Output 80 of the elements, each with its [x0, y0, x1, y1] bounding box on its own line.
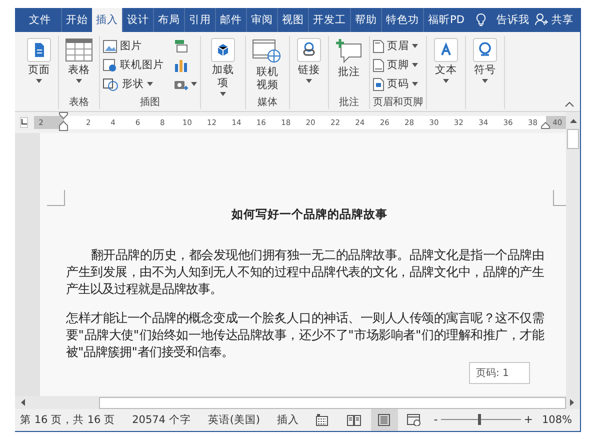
ribbon-button[interactable]: 图片: [103, 36, 164, 56]
share-button[interactable]: 共享: [535, 8, 582, 32]
ribbon-tab[interactable]: 布局: [153, 8, 184, 32]
cube-icon: [210, 38, 235, 62]
picture-globe-icon: [103, 58, 117, 72]
tooltip: 页码: 1: [469, 362, 530, 384]
ribbon-tab[interactable]: 帮助: [350, 8, 381, 32]
ribbon-button[interactable]: 联机图片: [103, 56, 164, 75]
tell-me-button[interactable]: 告诉我: [468, 8, 536, 32]
table-icon: [65, 38, 93, 62]
omega-icon: [473, 38, 497, 62]
ribbon-tab[interactable]: 开发工: [308, 8, 350, 32]
ribbon-button[interactable]: 页脚: [373, 56, 418, 75]
document-title: 如何写好一个品牌的品牌故事: [230, 206, 388, 223]
ribbon-button[interactable]: 链接: [293, 36, 325, 85]
ribbon-button[interactable]: 页眉: [373, 36, 418, 56]
page-count: 第 16 页，共 16 页: [20, 412, 116, 427]
book-icon: [347, 414, 362, 426]
document-icon: [27, 38, 51, 62]
ribbon-button[interactable]: 表格: [62, 36, 96, 85]
collapse-icon: [565, 102, 574, 107]
group-label: 插图: [139, 96, 161, 109]
group-label: 页眉和页脚: [373, 96, 423, 109]
indent-marker-icon: [59, 112, 68, 131]
page-icon: [373, 58, 384, 72]
left-arrow-icon: [21, 399, 25, 406]
scroll-thumb[interactable]: [567, 128, 579, 149]
word-count: 20574 个字: [132, 412, 191, 427]
group-label: 表格: [68, 96, 90, 109]
person-icon: [535, 13, 548, 26]
scroll-thumb[interactable]: [99, 396, 566, 408]
up-arrow-icon: [570, 118, 576, 123]
insert-mode-button[interactable]: 插入: [277, 412, 300, 427]
indent-marker-icon: [541, 122, 550, 129]
language-button[interactable]: 英语(美国): [208, 412, 260, 427]
page-icon: [373, 40, 384, 53]
right-arrow-icon: [570, 399, 574, 406]
view-button[interactable]: [370, 408, 398, 431]
diagram-icon: [174, 39, 188, 54]
zoom-out-button[interactable]: -: [430, 413, 441, 426]
tab-stop-button[interactable]: [20, 116, 28, 128]
macro-icon: [316, 414, 328, 426]
ribbon-button[interactable]: 加载项: [204, 36, 242, 98]
lightbulb-icon: [476, 12, 486, 27]
ribbon-button[interactable]: 联机视频: [248, 36, 286, 94]
ribbon-tab[interactable]: 福昕PD: [423, 8, 468, 32]
ribbon-button[interactable]: 符号: [469, 36, 501, 85]
ribbon-button[interactable]: 文本: [430, 36, 462, 85]
crop-mark: [47, 190, 65, 206]
web-page-icon: [407, 414, 422, 426]
shapes-icon: [103, 78, 119, 91]
comment-plus-icon: [335, 38, 363, 64]
film-globe-icon: [252, 38, 282, 64]
page-icon: [373, 78, 384, 91]
letter-a-icon: [434, 38, 458, 62]
ribbon-button[interactable]: 页面: [23, 36, 55, 85]
ribbon-tab[interactable]: 视图: [277, 8, 308, 32]
zoom-in-button[interactable]: +: [520, 413, 536, 426]
ribbon-button[interactable]: 形状: [103, 74, 164, 94]
zoom-level-button[interactable]: 108%: [542, 414, 572, 426]
paragraph: 怎样才能让一个品牌的概念变成一个脍炙人口的神话、一则人人传颂的寓言呢？这不仅需要"品牌大使"们始终如一地传达品牌故事，还少不了"市场影响者"们的理解和推广，才能被"品牌簇拥"者们接受和信奉。: [66, 308, 544, 360]
page-layout-icon: [377, 414, 392, 426]
ribbon-tab[interactable]: 文件: [19, 8, 61, 32]
group-label: 批注: [338, 96, 360, 109]
paragraph: 翻开品牌的历史，都会发现他们拥有独一无二的品牌故事。品牌文化是指一个品牌由产生到发展，由不为人知到无人不知的过程中品牌代表的文化，品牌文化中，品牌的产生产生以及过程就是品牌故事。: [66, 246, 544, 297]
picture-icon: [103, 40, 117, 53]
chain-icon: [297, 38, 321, 62]
ribbon-tab[interactable]: 特色功: [381, 8, 423, 32]
zoom-slider-thumb[interactable]: [478, 414, 482, 426]
ribbon-tab[interactable]: 邮件: [215, 8, 246, 32]
ribbon-button[interactable]: 批注: [332, 36, 366, 81]
bar-chart-icon: [174, 58, 188, 72]
ribbon-button[interactable]: 页码: [373, 74, 418, 94]
tab-stop-icon: [21, 119, 27, 126]
macro-button[interactable]: [316, 414, 328, 426]
ribbon-tab[interactable]: 审阅: [246, 8, 277, 32]
ribbon-tab[interactable]: 引用: [184, 8, 215, 32]
ribbon-tab[interactable]: 插入: [92, 8, 122, 32]
group-label: 媒体: [256, 96, 278, 109]
ribbon-tab[interactable]: 设计: [122, 8, 153, 32]
